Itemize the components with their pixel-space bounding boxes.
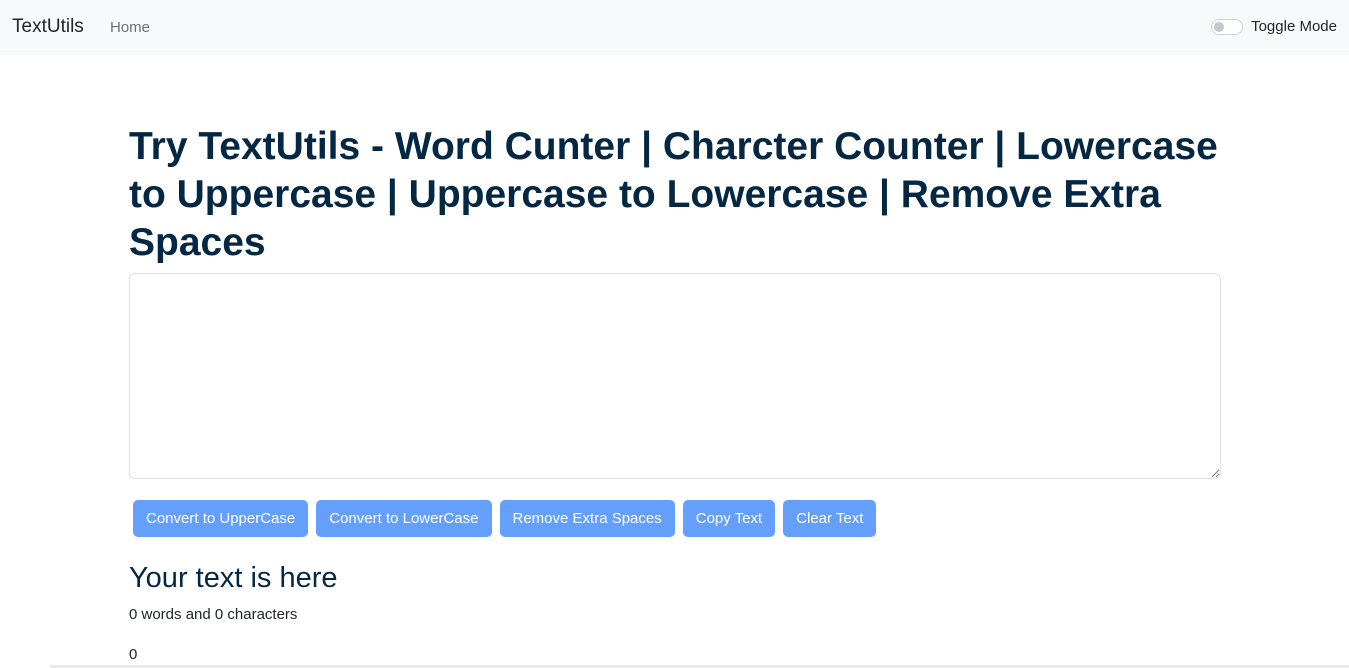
- copy-text-button[interactable]: Copy Text: [682, 500, 776, 537]
- summary-heading: Your text is here: [129, 562, 338, 594]
- brand-link[interactable]: TextUtils: [12, 15, 84, 39]
- convert-lowercase-button[interactable]: Convert to LowerCase: [316, 500, 492, 537]
- dark-mode-toggle[interactable]: Toggle Mode: [1211, 16, 1337, 38]
- clear-text-button[interactable]: Clear Text: [783, 500, 877, 537]
- toggle-label[interactable]: Toggle Mode: [1251, 17, 1337, 37]
- read-time-value: 0: [129, 646, 138, 663]
- navbar: TextUtils Home Toggle Mode: [0, 0, 1349, 55]
- word-character-count: 0 words and 0 characters: [129, 606, 298, 623]
- action-button-row: Convert to UpperCase Convert to LowerCas…: [133, 500, 877, 537]
- text-input-area[interactable]: [129, 273, 1221, 479]
- toggle-switch-icon[interactable]: [1211, 19, 1244, 35]
- page-title: Try TextUtils - Word Cunter | Charcter C…: [129, 125, 1218, 264]
- toggle-knob: [1214, 22, 1225, 32]
- nav-home-link[interactable]: Home: [110, 18, 150, 38]
- convert-uppercase-button[interactable]: Convert to UpperCase: [133, 500, 309, 537]
- remove-extra-spaces-button[interactable]: Remove Extra Spaces: [499, 500, 675, 537]
